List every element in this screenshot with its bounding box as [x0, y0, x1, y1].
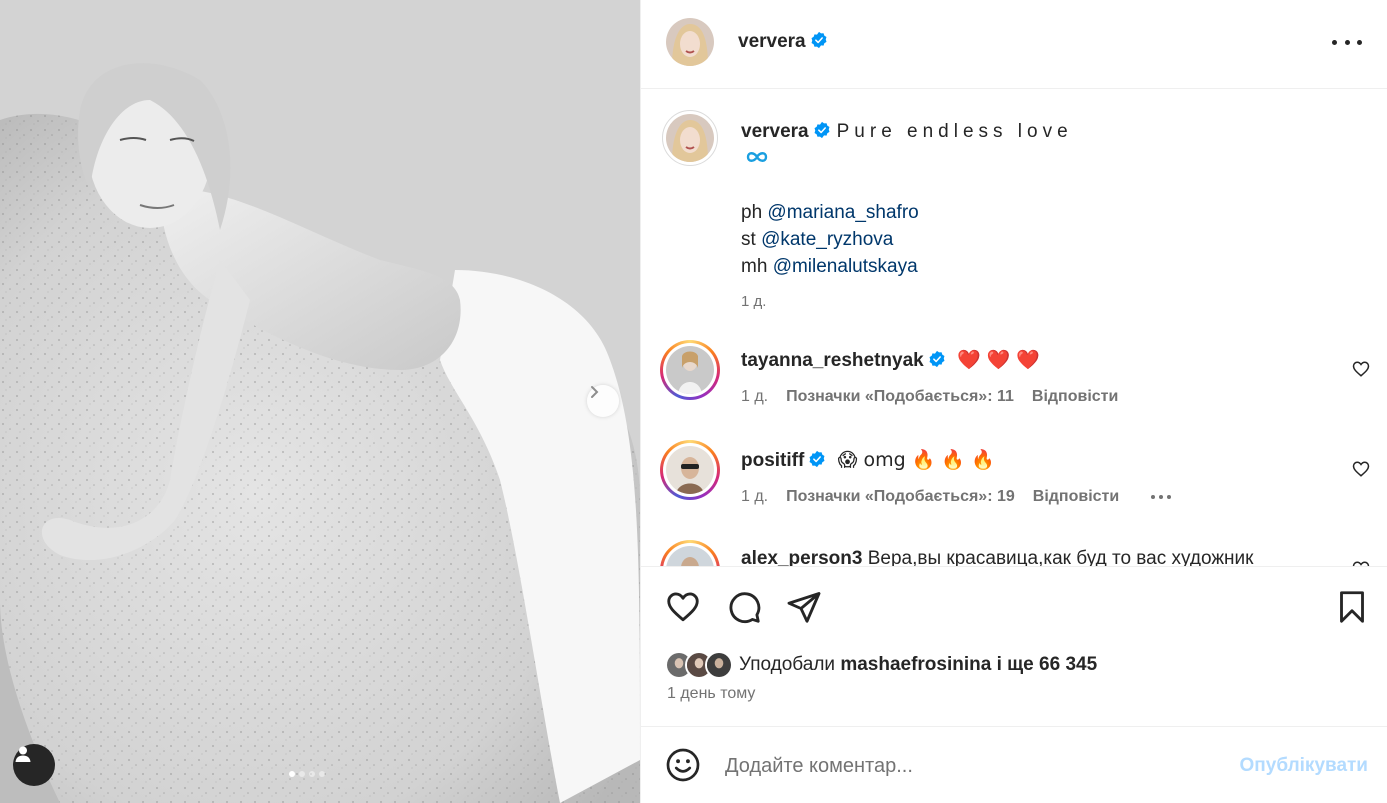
likes-text: Уподобали mashaefrosinina і ще 66 345: [739, 654, 1098, 675]
save-bookmark-icon[interactable]: [1334, 589, 1370, 625]
comment-avatar[interactable]: [660, 540, 720, 566]
commenter-avatar-image: [666, 346, 714, 394]
comment-avatar[interactable]: [660, 440, 720, 500]
caption-credit-st: st @kate_ryzhova: [741, 229, 894, 250]
reply-button[interactable]: Відповісти: [1033, 488, 1119, 506]
verified-badge-icon: [814, 121, 830, 139]
comment-likes-count[interactable]: Позначки «Подобається»: 19: [786, 488, 1015, 506]
verified-badge-icon: [929, 350, 945, 368]
post-time[interactable]: 1 день тому: [667, 685, 755, 703]
comment-meta: 1 д. Позначки «Подобається»: 11 Відповіс…: [741, 388, 1118, 406]
comment-body: 😱 omg 🔥 🔥 🔥: [837, 449, 995, 471]
caption-credit-mh: mh @milenalutskaya: [741, 256, 918, 277]
comment-username[interactable]: positiff: [741, 450, 804, 471]
author-name-text: ververa: [738, 31, 806, 52]
comment-text: tayanna_reshetnyak ❤️ ❤️ ❤️: [741, 348, 1040, 372]
add-comment-bar: Опублікувати: [641, 726, 1387, 803]
verified-badge-icon: [809, 450, 825, 468]
likes-summary: Уподобали mashaefrosinina і ще 66 345: [665, 651, 1097, 679]
comment-avatar[interactable]: [660, 340, 720, 400]
dot-icon: [1167, 495, 1172, 499]
verified-badge-icon: [811, 31, 827, 49]
comment-username[interactable]: alex_person3: [741, 548, 862, 566]
liker-username[interactable]: mashaefrosinina: [840, 654, 991, 675]
infinity-icon: [746, 152, 768, 162]
comment-options-button[interactable]: [1151, 488, 1172, 506]
reply-button[interactable]: Відповісти: [1032, 388, 1118, 406]
caption-credit-ph: ph @mariana_shafro: [741, 202, 919, 223]
caption-symbol: [741, 145, 1073, 172]
author-username[interactable]: ververa: [738, 31, 828, 53]
share-paper-plane-icon[interactable]: [786, 589, 822, 625]
dot-icon: [1332, 39, 1337, 45]
comment-like-heart-icon[interactable]: [1352, 360, 1370, 378]
caption-username[interactable]: ververa: [741, 121, 809, 142]
user-icon: [15, 746, 31, 762]
comment-like-heart-icon[interactable]: [1352, 460, 1370, 478]
likes-count[interactable]: і ще 66 345: [997, 654, 1098, 675]
comment-bubble-icon[interactable]: [726, 589, 762, 625]
dot-icon: [1151, 495, 1156, 499]
like-heart-icon[interactable]: [665, 589, 701, 625]
post-actions: Уподобали mashaefrosinina і ще 66 345 1 …: [641, 566, 1387, 726]
carousel-dot: [289, 771, 295, 777]
comment-likes-count[interactable]: Позначки «Подобається»: 11: [786, 388, 1014, 406]
post-photo[interactable]: [0, 0, 640, 803]
carousel-indicator: [289, 771, 325, 777]
carousel-dot: [319, 771, 325, 777]
comment-body: Вера,вы красавица,как буд то вас художни…: [867, 548, 1254, 566]
dot-icon: [1159, 495, 1164, 499]
commenter-avatar-image: [666, 546, 714, 566]
publish-button[interactable]: Опублікувати: [1240, 755, 1369, 777]
mention-link[interactable]: @mariana_shafro: [767, 202, 918, 223]
author-avatar[interactable]: [666, 18, 714, 66]
comment-time[interactable]: 1 д.: [741, 388, 768, 406]
carousel-dot: [309, 771, 315, 777]
caption-time[interactable]: 1 д.: [741, 288, 1073, 315]
comment-meta: 1 д. Позначки «Подобається»: 19 Відповіс…: [741, 488, 1172, 506]
comments-scroll-area[interactable]: ververa Pure endless love ph @mariana_sha…: [641, 90, 1387, 566]
dot-icon: [1357, 39, 1362, 45]
comment-text: positiff 😱 omg 🔥 🔥 🔥: [741, 448, 995, 472]
caption-avatar-image: [666, 114, 714, 162]
photo-image: [0, 0, 640, 803]
more-options-button[interactable]: [1332, 30, 1362, 54]
caption-title: Pure endless love: [836, 121, 1073, 142]
comment-username[interactable]: tayanna_reshetnyak: [741, 350, 924, 371]
caption-avatar[interactable]: [662, 110, 718, 166]
commenter-avatar-image: [666, 446, 714, 494]
liker-avatar: [705, 651, 733, 679]
post-panel: ververa ververa Pure endless love ph @ma…: [640, 0, 1387, 803]
post-caption: ververa Pure endless love ph @mariana_sha…: [741, 118, 1073, 315]
carousel-next-button[interactable]: [587, 385, 619, 417]
chevron-right-icon: [591, 386, 599, 398]
mention-link[interactable]: @kate_ryzhova: [761, 229, 893, 250]
likers-avatars[interactable]: [665, 651, 733, 679]
emoji-smiley-icon[interactable]: [665, 747, 701, 783]
tagged-users-button[interactable]: [13, 744, 55, 786]
comment-time[interactable]: 1 д.: [741, 488, 768, 506]
dot-icon: [1344, 39, 1350, 45]
comment-input[interactable]: [725, 751, 1205, 781]
post-header: ververa: [641, 0, 1387, 89]
comment-body: ❤️ ❤️ ❤️: [957, 349, 1041, 371]
mention-link[interactable]: @milenalutskaya: [773, 256, 918, 277]
comment-text: alex_person3 Вера,вы красавица,как буд т…: [741, 548, 1253, 566]
carousel-dot: [299, 771, 305, 777]
